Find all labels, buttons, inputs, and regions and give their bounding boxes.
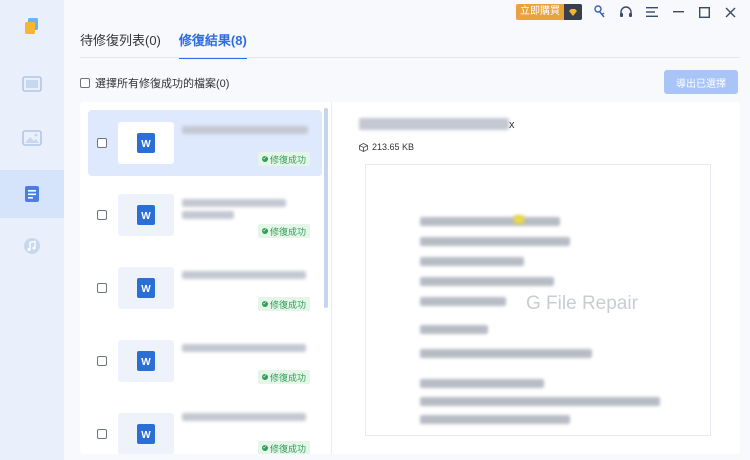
status-label: 修復成功 bbox=[269, 299, 306, 310]
music-icon bbox=[24, 238, 40, 254]
left-sidebar bbox=[0, 0, 64, 460]
file-thumbnail: W bbox=[118, 194, 174, 236]
word-document-icon: W bbox=[137, 205, 155, 225]
file-thumbnail: W bbox=[118, 413, 174, 454]
blurred-file-name bbox=[182, 199, 286, 207]
check-icon: ✓ bbox=[261, 228, 268, 234]
file-checkbox[interactable] bbox=[97, 210, 107, 220]
status-label: 修復成功 bbox=[269, 226, 306, 237]
file-size: 213.65 KB bbox=[372, 142, 415, 152]
file-checkbox[interactable] bbox=[97, 356, 107, 366]
blurred-file-name bbox=[182, 126, 308, 134]
list-item[interactable]: W ✓ 修復成功 bbox=[88, 182, 322, 248]
headset-icon[interactable] bbox=[618, 4, 634, 20]
check-icon: ✓ bbox=[261, 445, 268, 451]
blurred-text-line bbox=[420, 237, 570, 246]
status-badge: ✓ 修復成功 bbox=[257, 152, 310, 166]
buy-now-label: 立即購買 bbox=[520, 6, 560, 17]
document-icon bbox=[25, 186, 39, 202]
blurred-file-name bbox=[182, 413, 306, 421]
blurred-text-line bbox=[420, 325, 488, 334]
file-thumbnail: W bbox=[118, 340, 174, 382]
svg-text:W: W bbox=[141, 284, 151, 295]
word-document-icon: W bbox=[137, 133, 155, 153]
file-thumbnail: W bbox=[118, 267, 174, 309]
blurred-text-line bbox=[420, 379, 544, 388]
sidebar-item-video[interactable] bbox=[0, 60, 64, 108]
blurred-preview-title bbox=[359, 118, 509, 130]
sidebar-item-image[interactable] bbox=[0, 114, 64, 162]
blurred-file-name bbox=[182, 211, 234, 219]
word-document-icon: W bbox=[137, 278, 155, 298]
check-icon: ✓ bbox=[261, 301, 268, 307]
status-label: 修復成功 bbox=[269, 372, 306, 383]
list-item[interactable]: W ✓ 修復成功 bbox=[88, 401, 322, 454]
blurred-text-line bbox=[420, 297, 506, 306]
image-icon bbox=[22, 130, 42, 146]
file-thumbnail: W bbox=[118, 122, 174, 164]
main-panel: 立即購買 待修復列表(0) 修復結果(8) 選擇所有修復成功的檔案(0) 導出已… bbox=[64, 0, 750, 460]
export-selected-button[interactable]: 導出已選擇 bbox=[664, 70, 738, 94]
close-icon[interactable] bbox=[722, 4, 738, 20]
tab-divider bbox=[80, 57, 740, 58]
file-checkbox[interactable] bbox=[97, 138, 107, 148]
document-preview-page: G File Repair bbox=[365, 164, 711, 436]
app-logo bbox=[0, 2, 64, 50]
video-icon bbox=[22, 76, 42, 92]
blurred-file-name bbox=[182, 344, 306, 352]
check-icon: ✓ bbox=[261, 156, 268, 162]
svg-text:W: W bbox=[141, 211, 151, 222]
tab-pending-list[interactable]: 待修復列表(0) bbox=[80, 30, 161, 59]
diamond-icon bbox=[564, 4, 582, 20]
word-document-icon: W bbox=[137, 351, 155, 371]
status-badge: ✓ 修復成功 bbox=[257, 224, 310, 238]
blurred-text-line bbox=[420, 217, 560, 226]
minimize-icon[interactable] bbox=[670, 4, 686, 20]
list-item[interactable]: W ✓ 修復成功 bbox=[88, 328, 322, 394]
blurred-text-line bbox=[420, 349, 592, 358]
key-icon[interactable] bbox=[592, 4, 608, 20]
sidebar-item-audio[interactable] bbox=[0, 222, 64, 270]
file-size-row: 213.65 KB bbox=[359, 142, 414, 152]
blurred-text-line bbox=[420, 257, 524, 266]
blurred-text-line bbox=[420, 277, 554, 286]
select-all-checkbox[interactable] bbox=[80, 78, 90, 88]
menu-icon[interactable] bbox=[644, 4, 660, 20]
blurred-file-name bbox=[182, 271, 306, 279]
buy-now-button[interactable]: 立即購買 bbox=[516, 4, 582, 20]
content-card: W ✓ 修復成功 W ✓ 修復成功 W ✓ 修復成功 W ✓ 修復成功 W ✓ … bbox=[80, 102, 740, 454]
status-badge: ✓ 修復成功 bbox=[257, 370, 310, 384]
select-all-row[interactable]: 選擇所有修復成功的檔案(0) bbox=[80, 75, 229, 91]
file-preview: x 213.65 KB G File Repair bbox=[333, 102, 740, 454]
cube-icon bbox=[359, 142, 368, 152]
file-checkbox[interactable] bbox=[97, 429, 107, 439]
status-label: 修復成功 bbox=[269, 443, 306, 454]
result-tabs: 待修復列表(0) 修復結果(8) bbox=[80, 30, 247, 59]
list-item[interactable]: W ✓ 修復成功 bbox=[88, 110, 322, 176]
blurred-text-line bbox=[420, 415, 570, 424]
maximize-icon[interactable] bbox=[696, 4, 712, 20]
title-bar: 立即購買 bbox=[516, 4, 738, 20]
list-item[interactable]: W ✓ 修復成功 bbox=[88, 255, 322, 321]
svg-text:W: W bbox=[141, 139, 151, 150]
file-checkbox[interactable] bbox=[97, 283, 107, 293]
sidebar-item-document[interactable] bbox=[0, 170, 64, 218]
status-badge: ✓ 修復成功 bbox=[257, 297, 310, 311]
tab-repair-results[interactable]: 修復結果(8) bbox=[178, 30, 247, 59]
word-document-icon: W bbox=[137, 424, 155, 444]
file-list: W ✓ 修復成功 W ✓ 修復成功 W ✓ 修復成功 W ✓ 修復成功 W ✓ … bbox=[80, 102, 332, 454]
status-label: 修復成功 bbox=[269, 154, 306, 165]
blurred-text-line bbox=[420, 397, 660, 406]
svg-text:W: W bbox=[141, 357, 151, 368]
app-logo-icon bbox=[25, 18, 38, 34]
status-badge: ✓ 修復成功 bbox=[257, 441, 310, 454]
check-icon: ✓ bbox=[261, 374, 268, 380]
list-scrollbar[interactable] bbox=[324, 108, 328, 308]
select-all-label: 選擇所有修復成功的檔案(0) bbox=[95, 78, 230, 90]
watermark-text: G File Repair bbox=[526, 293, 638, 314]
preview-file-ext: x bbox=[509, 119, 515, 131]
svg-text:W: W bbox=[141, 430, 151, 441]
blurred-highlight bbox=[514, 215, 524, 224]
